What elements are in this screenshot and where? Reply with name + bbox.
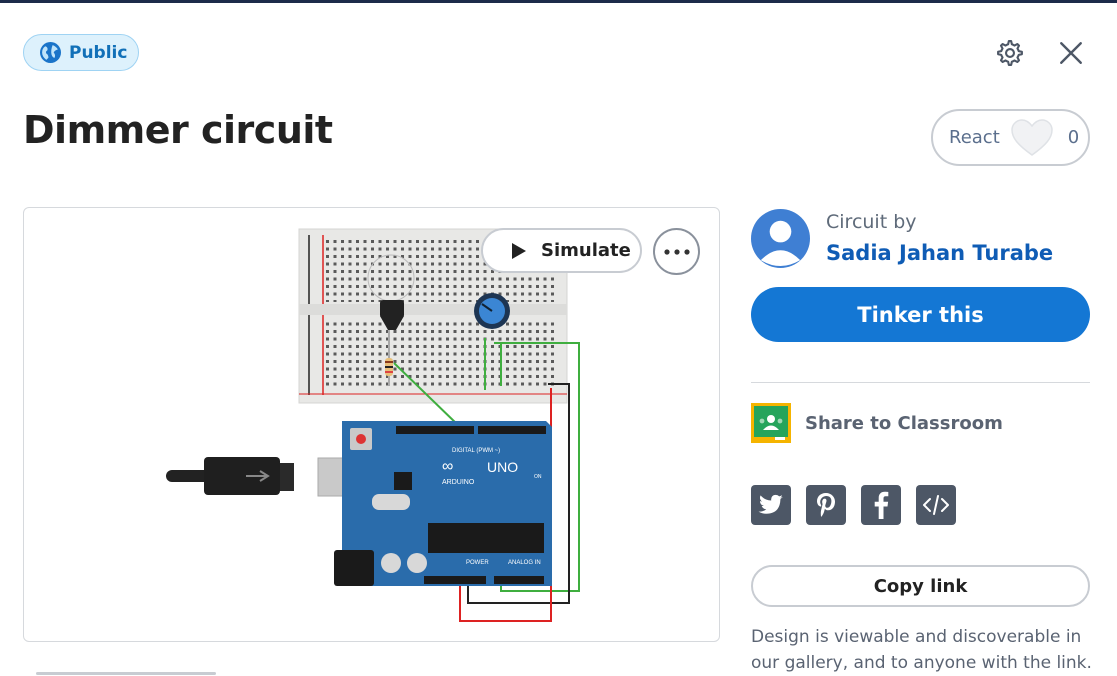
divider [751, 382, 1090, 383]
tinker-this-button[interactable]: Tinker this [751, 287, 1090, 342]
pinterest-icon [817, 493, 835, 517]
author-name-link[interactable]: Sadia Jahan Turabe [826, 241, 1053, 265]
share-pinterest-button[interactable] [806, 485, 846, 525]
avatar[interactable] [751, 209, 810, 268]
close-icon[interactable] [1058, 40, 1084, 66]
play-icon [512, 242, 526, 259]
simulate-button[interactable]: Simulate [481, 228, 642, 273]
simulate-label: Simulate [541, 240, 631, 261]
analog-label: ANALOG IN [508, 560, 541, 566]
embed-code-icon [923, 495, 949, 515]
visibility-label: Public [69, 42, 128, 63]
share-facebook-button[interactable] [861, 485, 901, 525]
twitter-icon [758, 494, 783, 514]
visibility-badge[interactable]: Public [23, 34, 139, 71]
react-label: React [949, 127, 1000, 148]
visibility-description: Design is viewable and discoverable in o… [751, 627, 1092, 673]
globe-icon [40, 42, 61, 63]
arduino-label: ARDUINO [442, 479, 475, 486]
gear-icon[interactable] [996, 39, 1024, 67]
share-twitter-button[interactable] [751, 485, 791, 525]
circuit-by-caption: Circuit by [826, 211, 917, 233]
heart-icon [1011, 118, 1053, 156]
facebook-icon [874, 491, 889, 519]
react-count: 0 [1067, 127, 1080, 148]
on-label: ON [534, 474, 542, 480]
share-to-classroom-button[interactable]: Share to Classroom [751, 403, 1003, 443]
google-classroom-icon [751, 403, 791, 443]
design-title: Dimmer circuit [23, 108, 333, 152]
share-embed-button[interactable] [916, 485, 956, 525]
copy-link-button[interactable]: Copy link [751, 565, 1090, 607]
infinity-logo: ∞ [442, 458, 453, 475]
circuit-canvas[interactable]: DIGITAL (PWM ~) ∞ UNO ARDUINO ON POWER A… [23, 207, 720, 642]
power-label: POWER [466, 560, 489, 566]
share-to-classroom-label: Share to Classroom [805, 412, 1003, 434]
potentiometer [474, 293, 510, 329]
top-border [0, 0, 1117, 3]
more-options-button[interactable] [653, 228, 700, 275]
circuit-diagram: DIGITAL (PWM ~) ∞ UNO ARDUINO ON POWER A… [166, 228, 580, 622]
uno-label: UNO [487, 459, 518, 475]
react-button[interactable]: React 0 [931, 109, 1090, 166]
arduino-board: DIGITAL (PWM ~) ∞ UNO ARDUINO ON POWER A… [334, 421, 552, 586]
more-options-icon [663, 248, 690, 255]
digital-label: DIGITAL (PWM ~) [452, 448, 500, 454]
